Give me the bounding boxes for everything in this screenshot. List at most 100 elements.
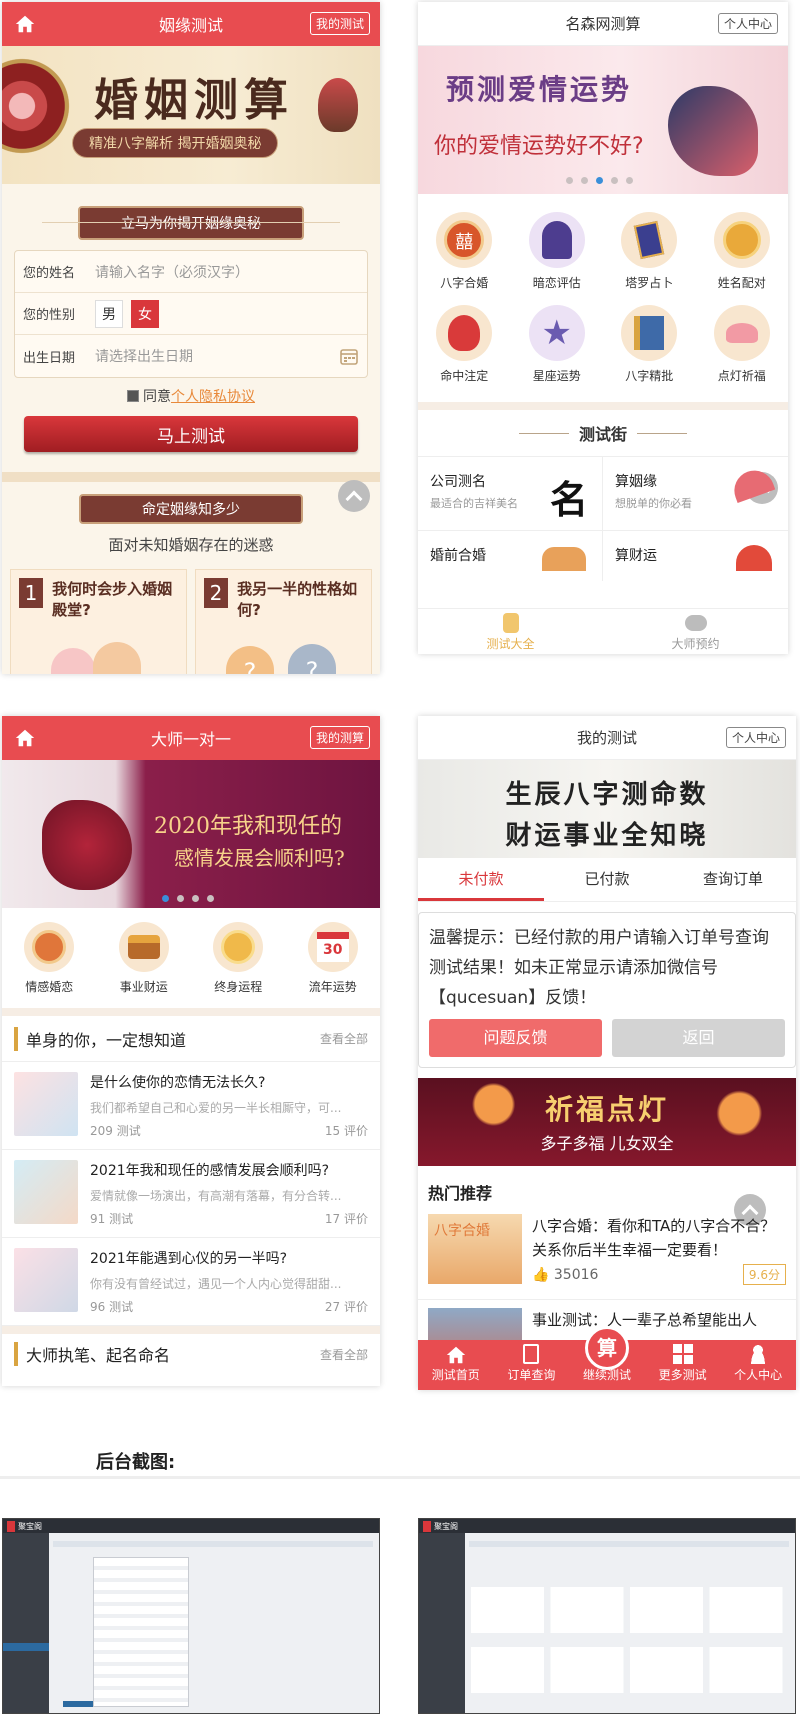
view-all-link[interactable]: 查看全部 bbox=[320, 1346, 368, 1363]
list-item[interactable]: 2021年能遇到心仪的另一半吗? 你有没有曾经试过，遇见一个人内心觉得甜甜...… bbox=[2, 1238, 380, 1326]
feature-bazi-detail[interactable]: 八字精批 bbox=[603, 305, 696, 384]
birth-row: 出生日期 请选择出生日期 bbox=[15, 335, 367, 377]
tab-test-home[interactable]: 测试首页 bbox=[418, 1340, 494, 1390]
personal-center-button[interactable]: 个人中心 bbox=[725, 727, 786, 748]
tab-order-query[interactable]: 订单查询 bbox=[494, 1340, 570, 1390]
category-love[interactable]: 情感婚恋 bbox=[2, 922, 97, 1008]
feature-label: 八字合婚 bbox=[440, 276, 489, 290]
section-rule bbox=[0, 1476, 800, 1479]
question-card-2[interactable]: 2 我另一半的性格如何? ? ? bbox=[195, 569, 372, 674]
double-happiness-icon: 囍 bbox=[436, 212, 493, 268]
section-title: 大师执笔、起名命名 bbox=[14, 1342, 170, 1366]
street-marriage[interactable]: 算姻缘 想脱单的你必看 bbox=[603, 457, 788, 531]
privacy-link[interactable]: 个人隐私协议 bbox=[171, 389, 255, 405]
gold-coin-icon bbox=[213, 922, 264, 972]
tab-label: 更多测试 bbox=[658, 1368, 707, 1382]
tab-label: 个人中心 bbox=[734, 1368, 783, 1382]
home-icon[interactable] bbox=[14, 727, 36, 749]
article-title: 2021年能遇到心仪的另一半吗? bbox=[90, 1251, 288, 1267]
feature-label: 命中注定 bbox=[440, 369, 489, 383]
category-lifetime[interactable]: 终身运程 bbox=[191, 922, 286, 1008]
hero-banner: 婚姻测算 精准八字解析 揭开婚姻奥秘 bbox=[2, 46, 380, 184]
feedback-button[interactable]: 问题反馈 bbox=[429, 1019, 602, 1057]
tab-unpaid[interactable]: 未付款 bbox=[418, 858, 544, 901]
female-option[interactable]: 女 bbox=[131, 299, 159, 328]
my-calc-button[interactable]: 我的测算 bbox=[309, 726, 370, 749]
tab-label: 测试大全 bbox=[486, 637, 535, 651]
section-divider bbox=[2, 472, 380, 482]
tab-more-tests[interactable]: 更多测试 bbox=[645, 1340, 721, 1390]
my-test-button[interactable]: 我的测试 bbox=[309, 12, 370, 35]
back-button[interactable]: 返回 bbox=[612, 1019, 785, 1057]
bottom-tabbar: 测试大全 大师预约 bbox=[418, 608, 788, 654]
test-count: 96 测试 bbox=[90, 1300, 134, 1314]
feature-tarot[interactable]: 塔罗占卜 bbox=[603, 212, 696, 291]
tab-query-order[interactable]: 查询订单 bbox=[670, 858, 796, 901]
home-icon bbox=[446, 1346, 465, 1364]
love-banner[interactable]: 预测爱情运势 你的爱情运势好不好? bbox=[418, 46, 788, 194]
category-career[interactable]: 事业财运 bbox=[97, 922, 192, 1008]
tab-paid[interactable]: 已付款 bbox=[544, 858, 670, 901]
feature-name-match[interactable]: 姓名配对 bbox=[696, 212, 789, 291]
carousel-dots[interactable] bbox=[162, 895, 214, 902]
tab-master-booking[interactable]: 大师预约 bbox=[603, 609, 788, 654]
street-premarital[interactable]: 婚前合婚 bbox=[418, 531, 603, 581]
crush-icon bbox=[528, 212, 585, 268]
tab-test-all[interactable]: 测试大全 bbox=[418, 609, 603, 654]
category-annual[interactable]: 30 流年运势 bbox=[286, 922, 381, 1008]
hot-item[interactable]: 八字合婚 八字合婚：看你和TA的八字合不合？关系你后半生幸福一定要看！ 👍 35… bbox=[418, 1214, 796, 1300]
phone-marriage-test: 姻缘测试 我的测试 婚姻测算 精准八字解析 揭开婚姻奥秘 立马为你揭开姻缘奥秘 … bbox=[2, 2, 380, 674]
feature-crush[interactable]: 暗恋评估 bbox=[511, 212, 604, 291]
agree-checkbox[interactable] bbox=[127, 390, 139, 402]
start-test-button[interactable]: 马上测试 bbox=[24, 416, 358, 452]
section-header-2: 大师执笔、起名命名 查看全部 bbox=[2, 1334, 380, 1374]
tarot-icon bbox=[621, 212, 678, 268]
personal-center-button[interactable]: 个人中心 bbox=[717, 13, 778, 34]
scroll-top-button[interactable] bbox=[338, 480, 370, 512]
prayer-lamp-banner[interactable]: 祈福点灯 多子多福 儿女双全 bbox=[418, 1078, 796, 1166]
carousel-dots[interactable] bbox=[566, 177, 633, 184]
article-thumbnail bbox=[14, 1072, 78, 1136]
section-header: 单身的你，一定想知道 查看全部 bbox=[2, 1016, 380, 1062]
name-input[interactable]: 请输入名字（必须汉字） bbox=[95, 262, 249, 282]
feature-bazi-match[interactable]: 囍 八字合婚 bbox=[418, 212, 511, 291]
street-wealth[interactable]: 算财运 bbox=[603, 531, 788, 581]
page-title: 我的测试 bbox=[576, 729, 637, 747]
card-number: 2 bbox=[204, 578, 228, 608]
calendar-icon[interactable] bbox=[339, 346, 359, 366]
home-icon[interactable] bbox=[14, 13, 36, 35]
notice-card: 温馨提示：已经付款的用户请输入订单号查询测试结果！如未正常显示请添加微信号【qu… bbox=[418, 912, 796, 1068]
question-illustration: ? ? bbox=[226, 642, 336, 674]
list-item[interactable]: 是什么使你的恋情无法长久? 我们都希望自己和心爱的另一半长相厮守，可... 20… bbox=[2, 1062, 380, 1150]
feature-horoscope[interactable]: ★ 星座运势 bbox=[511, 305, 604, 384]
category-label: 情感婚恋 bbox=[25, 980, 74, 994]
calendar-number: 30 bbox=[316, 932, 349, 962]
thumbs-up-icon: 👍 bbox=[532, 1266, 550, 1283]
star-icon: ★ bbox=[528, 305, 585, 361]
tab-continue-test[interactable]: 算 继续测试 bbox=[569, 1326, 645, 1390]
feature-label: 塔罗占卜 bbox=[625, 276, 674, 290]
calendar-icon: 30 bbox=[307, 922, 358, 972]
relationship-banner[interactable]: 2020年我和现任的 感情发展会顺利吗? bbox=[2, 760, 380, 908]
love-medal-icon bbox=[24, 922, 75, 972]
grid-icon bbox=[672, 1344, 693, 1364]
feature-lantern[interactable]: 点灯祈福 bbox=[696, 305, 789, 384]
question-card-1[interactable]: 1 我何时会步入婚姻殿堂? bbox=[10, 569, 187, 674]
agree-prefix: 同意 bbox=[143, 389, 171, 405]
feature-destiny[interactable]: 命中注定 bbox=[418, 305, 511, 384]
birth-label: 出生日期 bbox=[23, 350, 76, 366]
phone-fortune-home: 名森网测算 个人中心 预测爱情运势 你的爱情运势好不好? 囍 八字合婚 暗恋评估… bbox=[418, 2, 788, 654]
tab-label: 订单查询 bbox=[507, 1368, 556, 1382]
sex-row: 您的性别 男 女 bbox=[15, 293, 367, 335]
list-item[interactable]: 2021年我和现任的感情发展会顺利吗? 爱情就像一场演出，有高潮有落幕，有分合转… bbox=[2, 1150, 380, 1238]
view-all-link[interactable]: 查看全部 bbox=[320, 1030, 368, 1047]
article-desc: 我们都希望自己和心爱的另一半长相厮守，可... bbox=[90, 1100, 342, 1115]
hot-thumbnail-text: 八字合婚 bbox=[434, 1223, 490, 1239]
page-title: 大师一对一 bbox=[150, 730, 231, 749]
tab-personal-center[interactable]: 个人中心 bbox=[720, 1340, 796, 1390]
backend-heading: 后台截图: bbox=[96, 1452, 176, 1473]
male-option[interactable]: 男 bbox=[95, 299, 123, 328]
birth-input[interactable]: 请选择出生日期 bbox=[95, 346, 193, 366]
street-grid: 公司测名 最适合的吉祥美名 名 算姻缘 想脱单的你必看 婚前合婚 算财运 bbox=[418, 456, 788, 581]
street-company-name[interactable]: 公司测名 最适合的吉祥美名 名 bbox=[418, 457, 603, 531]
